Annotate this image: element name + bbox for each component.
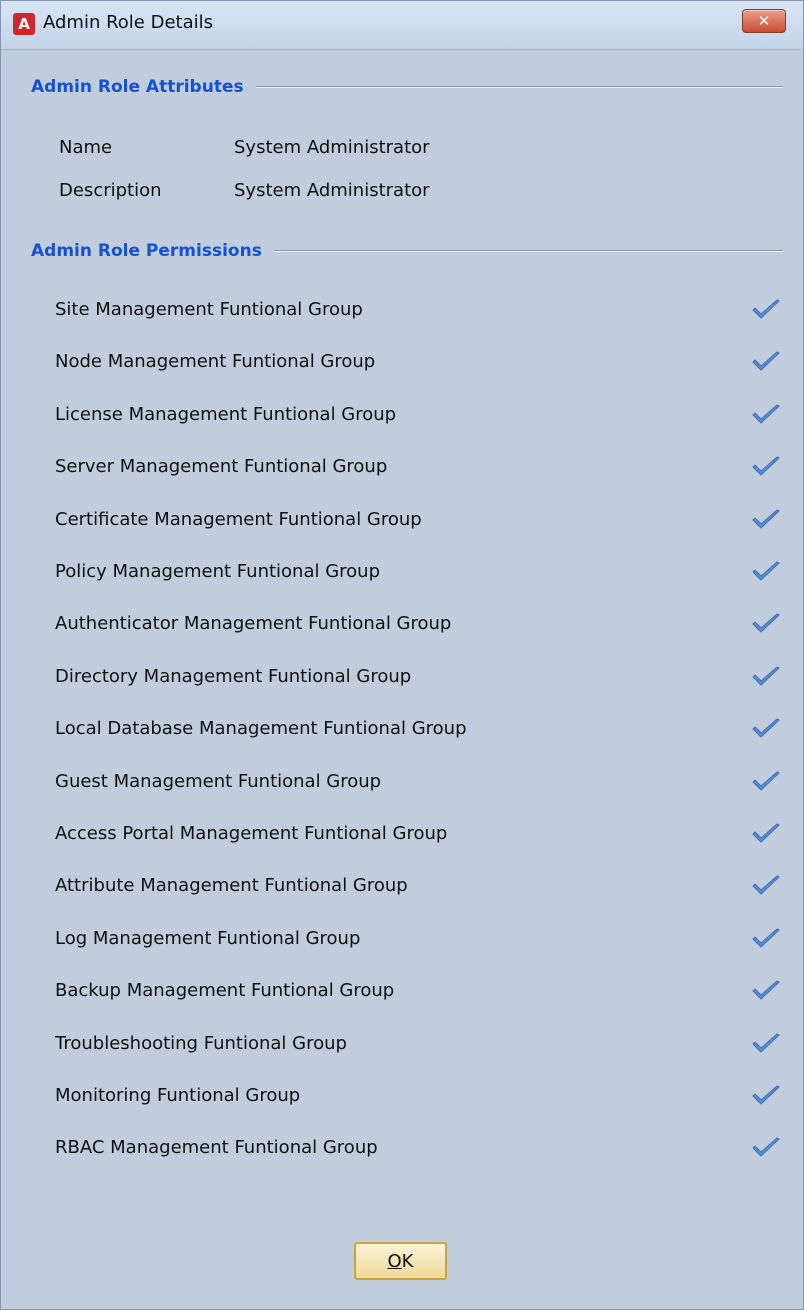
check-icon <box>752 351 780 371</box>
check-icon <box>752 1085 780 1105</box>
check-icon <box>752 613 780 633</box>
permission-row: Backup Management Funtional Group <box>55 976 785 1008</box>
check-icon <box>752 718 780 738</box>
permission-row: Certificate Management Funtional Group <box>55 505 785 537</box>
check-icon <box>752 666 780 686</box>
permission-row: Policy Management Funtional Group <box>55 557 785 589</box>
permission-label: Troubleshooting Funtional Group <box>55 1033 347 1054</box>
attribute-value-name: System Administrator <box>234 137 430 158</box>
section-divider <box>255 86 783 88</box>
check-icon <box>752 875 780 895</box>
check-icon <box>752 509 780 529</box>
check-icon <box>752 980 780 1000</box>
permission-label: Node Management Funtional Group <box>55 351 376 372</box>
check-icon <box>752 561 780 581</box>
permission-label: Certificate Management Funtional Group <box>55 509 422 530</box>
attribute-label-name: Name <box>59 137 113 158</box>
check-icon <box>752 1137 780 1157</box>
permission-row: Directory Management Funtional Group <box>55 662 785 694</box>
ok-button-label-rest: K <box>401 1250 414 1272</box>
admin-role-details-dialog: A Admin Role Details ✕ Admin Role Attrib… <box>0 0 804 1310</box>
permission-label: Guest Management Funtional Group <box>55 771 382 792</box>
permissions-section-title: Admin Role Permissions <box>31 241 262 261</box>
check-icon <box>752 928 780 948</box>
window-title: Admin Role Details <box>43 12 213 33</box>
permission-row: RBAC Management Funtional Group <box>55 1133 785 1165</box>
permission-label: Access Portal Management Funtional Group <box>55 823 448 844</box>
ok-button-label: O <box>387 1250 402 1272</box>
permission-label: License Management Funtional Group <box>55 404 397 425</box>
permission-row: License Management Funtional Group <box>55 400 785 432</box>
check-icon <box>752 1033 780 1053</box>
permission-row: Local Database Management Funtional Grou… <box>55 714 785 746</box>
permission-row: Monitoring Funtional Group <box>55 1081 785 1113</box>
permission-label: Local Database Management Funtional Grou… <box>55 718 467 739</box>
permission-row: Authenticator Management Funtional Group <box>55 609 785 641</box>
section-divider <box>273 250 783 252</box>
check-icon <box>752 456 780 476</box>
permissions-section-header: Admin Role Permissions <box>31 239 783 263</box>
permission-row: Guest Management Funtional Group <box>55 767 785 799</box>
app-logo-icon: A <box>13 13 35 35</box>
check-icon <box>752 823 780 843</box>
permission-label: Server Management Funtional Group <box>55 456 388 477</box>
permission-row: Access Portal Management Funtional Group <box>55 819 785 851</box>
check-icon <box>752 404 780 424</box>
permission-label: Site Management Funtional Group <box>55 299 363 320</box>
permission-row: Troubleshooting Funtional Group <box>55 1029 785 1061</box>
permission-label: Backup Management Funtional Group <box>55 980 395 1001</box>
attribute-label-description: Description <box>59 180 162 201</box>
check-icon <box>752 771 780 791</box>
attribute-value-description: System Administrator <box>234 180 430 201</box>
check-icon <box>752 299 780 319</box>
permission-label: Log Management Funtional Group <box>55 928 361 949</box>
permission-row: Node Management Funtional Group <box>55 347 785 379</box>
attributes-section-title: Admin Role Attributes <box>31 77 244 97</box>
permission-label: Monitoring Funtional Group <box>55 1085 301 1106</box>
close-button[interactable]: ✕ <box>742 9 786 33</box>
title-bar[interactable]: A Admin Role Details ✕ <box>1 1 803 50</box>
permission-row: Log Management Funtional Group <box>55 924 785 956</box>
ok-button[interactable]: OK <box>354 1242 447 1280</box>
permission-label: Directory Management Funtional Group <box>55 666 412 687</box>
permission-label: Policy Management Funtional Group <box>55 561 381 582</box>
permission-row: Site Management Funtional Group <box>55 295 785 327</box>
permission-label: RBAC Management Funtional Group <box>55 1137 378 1158</box>
permission-label: Authenticator Management Funtional Group <box>55 613 452 634</box>
permission-label: Attribute Management Funtional Group <box>55 875 408 896</box>
permission-row: Attribute Management Funtional Group <box>55 871 785 903</box>
close-icon: ✕ <box>757 12 771 30</box>
permission-row: Server Management Funtional Group <box>55 452 785 484</box>
attributes-section-header: Admin Role Attributes <box>31 75 783 99</box>
